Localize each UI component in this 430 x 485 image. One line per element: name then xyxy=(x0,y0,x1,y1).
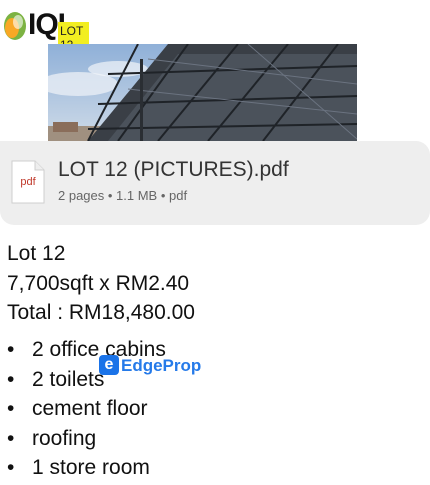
file-type-label: pdf xyxy=(20,176,36,188)
watermark-text: EdgeProp xyxy=(121,356,202,375)
area-rate-line: 7,700sqft x RM2.40 xyxy=(7,271,190,295)
file-name: LOT 12 (PICTURES).pdf xyxy=(58,158,289,181)
iqi-logo-icon xyxy=(4,12,26,40)
total-line: Total : RM18,480.00 xyxy=(7,301,195,324)
pdf-file-icon: pdf xyxy=(11,160,45,204)
list-item: • cement floor xyxy=(7,397,148,420)
pdf-attachment[interactable]: pdf LOT 12 (PICTURES).pdf 2 pages • 1.1 … xyxy=(0,141,430,225)
roof-photo xyxy=(48,44,357,141)
message-body: Lot 12 7,700sqft x RM2.40 Total : RM18,4… xyxy=(7,239,195,328)
image-preview[interactable] xyxy=(48,44,357,141)
edgeprop-logo-icon: e xyxy=(99,355,119,375)
list-item: • 1 store room xyxy=(7,456,150,479)
list-item: • roofing xyxy=(7,426,97,450)
lot-line: Lot 12 xyxy=(7,242,66,265)
file-meta: 2 pages • 1.1 MB • pdf xyxy=(58,188,188,203)
